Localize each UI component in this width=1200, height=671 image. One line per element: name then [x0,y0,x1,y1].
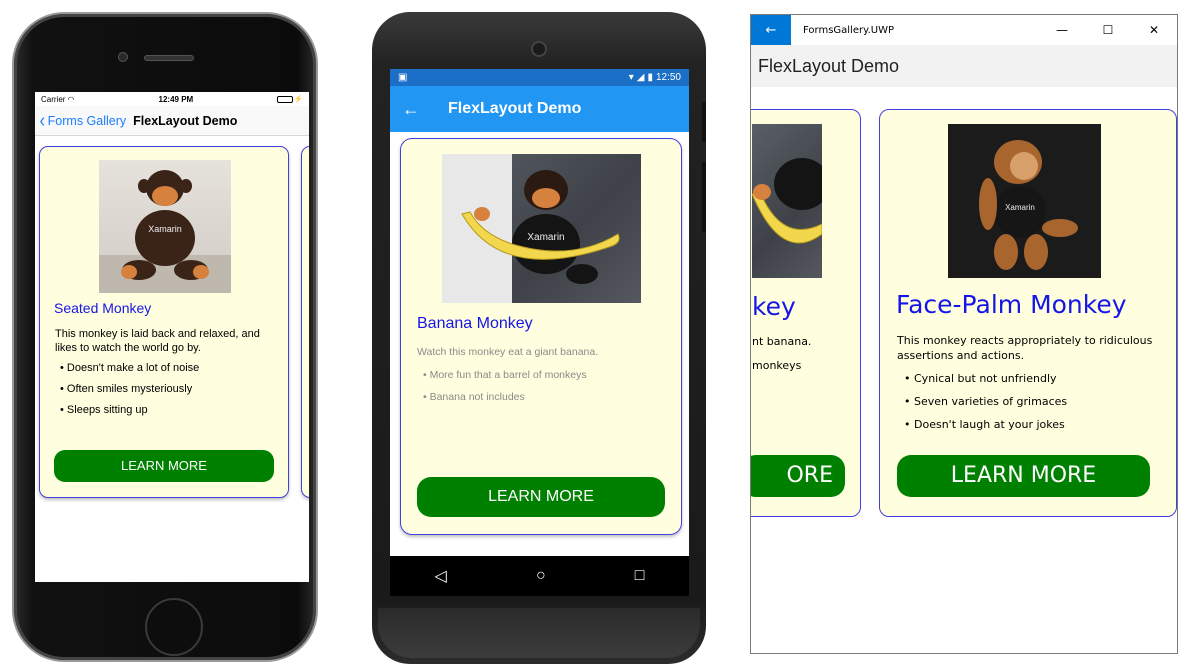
bullet-item: monkeys [752,359,802,372]
flexlayout-scroll[interactable]: Xamarin Banana Monkey Watch this monkey … [390,132,689,535]
flexlayout-scroll[interactable]: Xamarin Seated Monkey This monkey is lai… [35,136,309,582]
iphone-device: Carrier ◠ 12:49 PM ⚡ ‹ Forms Gallery Flex… [14,14,316,660]
bullet-item: Seven varieties of grimaces [904,395,1067,418]
battery-icon: ⚡ [277,95,303,103]
maximize-button[interactable]: ☐ [1085,23,1131,37]
nav-home-icon[interactable]: ○ [536,567,546,585]
uwp-window: ← FormsGallery.UWP — ☐ ✕ FlexLayout Demo… [750,14,1178,654]
bullet-item: Cynical but not unfriendly [904,372,1067,395]
earpiece-speaker [144,55,194,61]
android-device: ▣ ▾ ◢ ▮ 12:50 ← FlexLayout Demo Xamarin … [372,12,706,664]
volume-rocker [702,162,706,232]
shirt-logo-text: Xamarin [148,224,182,234]
shirt-logo-text: Xamarin [1005,203,1035,212]
close-button[interactable]: ✕ [1131,23,1177,37]
android-app-bar: ← FlexLayout Demo [390,86,689,132]
card-bullets: Cynical but not unfriendly Seven varieti… [904,372,1067,441]
minimize-button[interactable]: — [1039,23,1085,37]
bullet-item: Doesn't make a lot of noise [60,362,199,383]
monkey-card: Xamarin Face-Palm Monkey This monkey rea… [879,109,1177,517]
wifi-icon: ◠ [67,94,75,104]
learn-more-button[interactable]: LEARN MORE [54,450,274,482]
page-title: FlexLayout Demo [751,45,1177,87]
wifi-icon: ▾ [628,72,634,83]
card-description: Watch this monkey eat a giant banana. [417,346,599,358]
power-button [702,102,706,142]
device-chin [378,608,700,658]
page-title: FlexLayout Demo [133,113,238,128]
ios-navigation-bar: ‹ Forms Gallery FlexLayout Demo [35,106,309,136]
bullet-item: Banana not includes [423,391,587,413]
arrow-left-icon[interactable]: ← [402,99,420,120]
monkey-card-partial: key nt banana. monkeys ORE [751,109,861,517]
flexlayout-scroll[interactable]: key nt banana. monkeys ORE Xamarin Face-… [751,87,1177,653]
card-description: This monkey is laid back and relaxed, an… [55,328,260,354]
learn-more-button[interactable]: LEARN MORE [897,455,1150,497]
bullet-item: Doesn't laugh at your jokes [904,418,1067,441]
android-notification-icon: ▣ [398,72,408,83]
next-card-edge [301,146,309,498]
card-title: Seated Monkey [54,300,152,316]
android-screen: ▣ ▾ ◢ ▮ 12:50 ← FlexLayout Demo Xamarin … [390,69,689,596]
card-bullets: Doesn't make a lot of noise Often smiles… [60,362,199,425]
monkey-card: Xamarin Seated Monkey This monkey is lai… [39,146,289,498]
card-title: Face-Palm Monkey [896,290,1127,319]
front-camera [531,41,547,57]
chevron-left-icon: ‹ [39,109,46,132]
card-bullets: More fun that a barrel of monkeys Banana… [423,369,587,413]
card-description: This monkey reacts appropriately to ridi… [897,334,1153,362]
arrow-left-icon[interactable]: ← [751,15,791,45]
bullet-item: Often smiles mysteriously [60,383,199,404]
ios-carrier: Carrier ◠ [41,94,75,104]
back-button[interactable]: ‹ Forms Gallery [39,111,126,131]
nav-back-icon[interactable]: ◁ [435,566,447,586]
ios-status-bar: Carrier ◠ 12:49 PM ⚡ [35,92,309,106]
window-title: FormsGallery.UWP [803,24,895,36]
page-title: FlexLayout Demo [448,100,582,117]
front-camera [118,52,128,62]
learn-more-button[interactable]: ORE [751,455,845,497]
back-button-label: Forms Gallery [47,113,127,128]
status-icons: ▾ ◢ ▮ 12:50 [629,72,681,83]
bullet-item: More fun that a barrel of monkeys [423,369,587,391]
bullet-item: Sleeps sitting up [60,404,199,425]
monkey-card: Xamarin Banana Monkey Watch this monkey … [400,138,682,535]
card-description: nt banana. [752,335,812,348]
monkey-photo: Xamarin [948,124,1101,278]
android-status-bar: ▣ ▾ ◢ ▮ 12:50 [390,69,689,86]
android-nav-bar: ◁ ○ □ [390,556,689,596]
battery-icon: ▮ [647,72,653,83]
window-titlebar: ← FormsGallery.UWP — ☐ ✕ [751,15,1177,45]
card-title: key [752,292,796,321]
android-time: 12:50 [655,72,681,83]
ios-time: 12:49 PM [158,94,194,104]
monkey-photo [752,124,822,278]
shirt-logo-text: Xamarin [527,232,564,243]
signal-icon: ◢ [636,72,645,83]
nav-recents-icon[interactable]: □ [635,567,645,585]
learn-more-button[interactable]: LEARN MORE [417,477,665,517]
home-button[interactable] [145,598,203,656]
monkey-photo: Xamarin [99,160,231,293]
ios-screen: Carrier ◠ 12:49 PM ⚡ ‹ Forms Gallery Flex… [35,92,309,582]
monkey-photo: Xamarin [442,154,641,303]
screenshot-stage: Carrier ◠ 12:49 PM ⚡ ‹ Forms Gallery Flex… [0,0,1200,671]
card-title: Banana Monkey [417,315,533,332]
